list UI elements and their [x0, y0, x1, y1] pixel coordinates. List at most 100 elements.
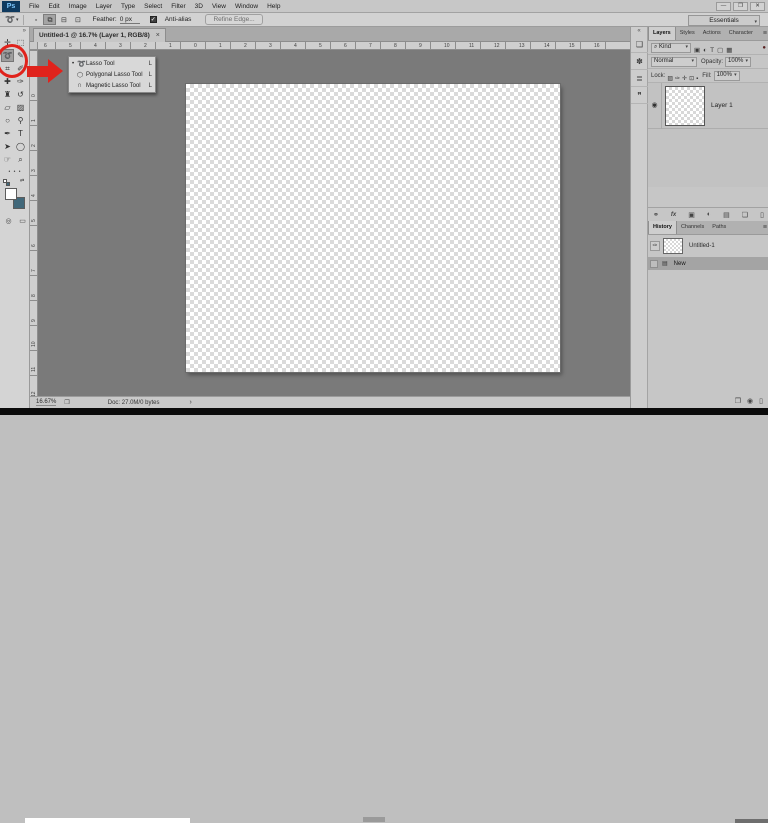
brush-panel-icon[interactable]: ✽	[631, 53, 648, 70]
layer-row[interactable]: ◉ Layer 1	[648, 82, 768, 129]
history-tab-paths[interactable]: Paths	[708, 221, 730, 234]
foreground-color-swatch[interactable]	[5, 188, 17, 200]
feather-input[interactable]: 0 px	[119, 16, 140, 24]
lasso-tool[interactable]: ➰	[1, 49, 14, 62]
lock-transparency-icon[interactable]: ▨	[667, 76, 673, 82]
zoom-tool[interactable]: ⌕	[14, 153, 27, 166]
eraser-tool[interactable]: ▱	[1, 101, 14, 114]
close-tab-icon[interactable]: ×	[156, 32, 160, 39]
lasso-tool-icon[interactable]: ➰	[5, 15, 15, 24]
layers-tab-character[interactable]: Character	[725, 27, 757, 40]
layer-effects-icon[interactable]: fx	[671, 212, 676, 218]
crop-tool[interactable]: ⌗	[1, 62, 14, 75]
menu-select[interactable]: Select	[144, 0, 162, 13]
blur-tool[interactable]: ○	[1, 114, 14, 127]
quick-mask-button[interactable]: ◎	[3, 217, 14, 226]
history-state-new[interactable]: ▤ New	[648, 257, 768, 270]
shape-layer-filter-icon[interactable]: ▢	[717, 47, 723, 54]
flyout-item-magnetic-lasso-tool[interactable]: ∩ Magnetic Lasso Tool L	[69, 80, 155, 91]
document-tab[interactable]: Untitled-1 @ 16.7% (Layer 1, RGB/8) ×	[33, 28, 166, 42]
fill-dropdown[interactable]: 100% ▾	[713, 70, 740, 81]
more-tools-icon[interactable]: • • •	[0, 169, 30, 175]
menu-layer[interactable]: Layer	[96, 0, 112, 13]
menu-view[interactable]: View	[212, 0, 226, 13]
swap-colors-icon[interactable]: ⇄	[20, 178, 24, 184]
status-expand-icon[interactable]: ›	[189, 399, 191, 406]
lock-paint-icon[interactable]: ✑	[675, 76, 680, 82]
pen-tool[interactable]: ✒	[1, 127, 14, 140]
pixel-layer-filter-icon[interactable]: ▣	[694, 47, 700, 54]
delete-state-icon[interactable]: ▯	[759, 397, 763, 405]
close-button[interactable]: ✕	[750, 2, 765, 11]
history-brush-source-icon[interactable]: ✑	[650, 241, 660, 251]
notes-panel-icon[interactable]: ❞	[631, 87, 648, 104]
new-selection-mode-button[interactable]: ▫	[29, 14, 42, 25]
tool-presets-panel-icon[interactable]: ≣	[631, 70, 648, 87]
eyedropper-tool[interactable]: ✐	[14, 62, 27, 75]
layers-tab-styles[interactable]: Styles	[676, 27, 699, 40]
restore-button[interactable]: ❐	[733, 2, 748, 11]
clone-stamp-tool[interactable]: ♜	[1, 88, 14, 101]
link-layers-icon[interactable]: ⚭	[653, 211, 659, 219]
adjustment-layer-icon[interactable]: ◐	[707, 211, 711, 218]
default-colors-icon[interactable]	[3, 179, 10, 186]
refine-edge-button[interactable]: Refine Edge...	[205, 14, 263, 25]
lock-all-icon[interactable]: ▪	[696, 76, 698, 82]
menu-edit[interactable]: Edit	[48, 0, 59, 13]
gradient-tool[interactable]: ▨	[14, 101, 27, 114]
menu-file[interactable]: File	[29, 0, 39, 13]
adjustment-layer-filter-icon[interactable]: ◐	[703, 47, 707, 54]
snapshot-thumbnail[interactable]	[663, 238, 683, 254]
delete-layer-icon[interactable]: ▯	[760, 211, 764, 219]
minimize-button[interactable]: —	[716, 2, 731, 11]
type-tool[interactable]: T	[14, 127, 27, 140]
layer-mask-icon[interactable]: ▣	[688, 211, 695, 219]
menu-filter[interactable]: Filter	[171, 0, 185, 13]
color-panel-icon[interactable]: ❑	[631, 36, 648, 53]
intersect-selection-mode-button[interactable]: ⊡	[71, 14, 84, 25]
history-brush-tool[interactable]: ↺	[14, 88, 27, 101]
history-tab-history[interactable]: History	[648, 221, 677, 234]
layers-tab-layers[interactable]: Layers	[648, 27, 676, 40]
anti-alias-checkbox[interactable]: ✓	[149, 16, 157, 23]
menu-type[interactable]: Type	[121, 0, 135, 13]
layers-tab-actions[interactable]: Actions	[699, 27, 725, 40]
flyout-item-lasso-tool[interactable]: • ➰ Lasso Tool L	[69, 58, 155, 69]
opacity-dropdown[interactable]: 100% ▾	[725, 56, 752, 67]
lock-position-icon[interactable]: ✛	[682, 76, 687, 82]
history-snapshot-row[interactable]: ✑ Untitled-1	[648, 235, 768, 257]
move-tool[interactable]: ✛	[1, 36, 14, 49]
menu-help[interactable]: Help	[267, 0, 280, 13]
add-selection-mode-button[interactable]: ⧉	[43, 14, 57, 25]
spot-healing-brush-tool[interactable]: ✚	[1, 75, 14, 88]
layer-filter-toggle-icon[interactable]: ●	[762, 45, 766, 51]
layer-visibility-eye-icon[interactable]: ◉	[648, 82, 662, 129]
expand-panels-icon[interactable]: «	[631, 27, 647, 36]
panel-menu-icon[interactable]: ≡	[763, 221, 767, 234]
flyout-item-polygonal-lasso-tool[interactable]: ⬡ Polygonal Lasso Tool L	[69, 69, 155, 80]
ellipse-tool[interactable]: ◯	[14, 140, 27, 153]
type-layer-filter-icon[interactable]: T	[710, 47, 714, 54]
hand-tool[interactable]: ☞	[1, 153, 14, 166]
rectangular-marquee-tool[interactable]: ⬚	[14, 36, 27, 49]
history-tab-channels[interactable]: Channels	[677, 221, 708, 234]
menu-image[interactable]: Image	[69, 0, 87, 13]
panel-menu-icon[interactable]: ≡	[763, 27, 767, 40]
brush-tool[interactable]: ✑	[14, 75, 27, 88]
transparent-canvas[interactable]	[185, 83, 561, 373]
menu-3d[interactable]: 3D	[195, 0, 203, 13]
new-document-from-state-icon[interactable]: ❐	[735, 397, 741, 405]
layer-filter-kind-dropdown[interactable]: ⌕ Kind ▾	[651, 42, 691, 53]
screen-mode-button[interactable]: ▭	[17, 217, 28, 226]
workspace-switcher-button[interactable]: Essentials ▾	[688, 15, 760, 26]
lock-artboard-icon[interactable]: ⊡	[689, 76, 694, 82]
new-snapshot-icon[interactable]: ◉	[747, 397, 753, 405]
chevron-down-icon[interactable]: ▾	[16, 17, 19, 23]
menu-window[interactable]: Window	[235, 0, 258, 13]
quick-selection-tool[interactable]: ✎	[14, 49, 27, 62]
path-selection-tool[interactable]: ➤	[1, 140, 14, 153]
blend-mode-dropdown[interactable]: Normal ▾	[651, 56, 697, 67]
smart-object-filter-icon[interactable]: ▦	[726, 47, 732, 54]
history-state-checkbox[interactable]	[650, 259, 658, 268]
layer-thumbnail[interactable]	[665, 85, 705, 126]
